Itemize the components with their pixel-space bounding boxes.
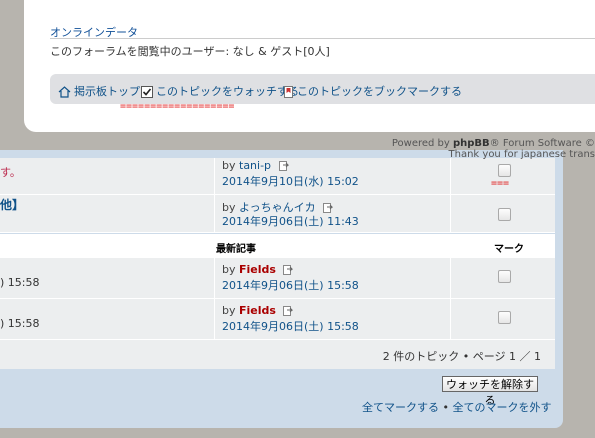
column-divider [214,258,215,298]
pagination-info: 2 件のトピック • ページ 1 ／ 1 [382,350,541,363]
pagination-row: 2 件のトピック • ページ 1 ／ 1 [0,340,555,369]
mark-checkbox[interactable] [498,164,511,177]
mark-checkbox[interactable] [498,208,511,221]
last-post-date: 2014年9月06日(土) 15:58 [222,320,359,333]
separator: • [442,401,450,414]
unmark-all-link[interactable]: 全てのマークを外す [453,401,552,414]
bookmark-topic-label: このトピックをブックマークする [297,85,462,98]
column-divider [450,158,451,194]
author-link[interactable]: tani-p [239,159,271,172]
column-divider [450,258,451,298]
powered-prefix: Powered by [391,138,453,149]
online-users-text: このフォーラムを閲覧中のユーザー: なし & ゲスト[0人] [50,45,330,58]
powered-suffix: ® Forum Software © [489,138,595,149]
online-panel: オンラインデータ このフォーラムを閲覧中のユーザー: なし & ゲスト[0人] … [24,0,595,132]
topic-row: ) 15:58 by Fields 2014年9月06日(土) 15:58 [0,258,555,299]
by-label: by [222,263,236,276]
thanks-text: Thank you for japanese trans [448,149,595,160]
column-divider [450,195,451,232]
topic-row: す。 by tani-p 2014年9月10日(水) 15:02 === [0,158,555,195]
topic-title-fragment[interactable]: す。 [0,164,21,180]
column-divider [450,299,451,339]
last-post-header: 最新記事 [216,244,256,255]
last-post-date: 2014年9月10日(水) 15:02 [222,175,359,188]
column-divider [214,158,215,194]
board-index-label: 掲示板トップ [74,85,140,98]
mark-checkbox[interactable] [498,270,511,283]
checkbox-checked-icon [141,86,153,98]
topic-date-fragment: ) 15:58 [0,276,40,289]
topic-row: ) 15:58 by Fields 2014年9月06日(土) 15:58 [0,299,555,340]
watch-topic-label: このトピックをウォッチする [156,85,299,98]
mark-all-link[interactable]: 全てマークする [362,401,439,414]
by-label: by [222,304,236,317]
red-marker: === [491,178,510,189]
column-divider [214,195,215,232]
topic-title-fragment[interactable]: 他】 [0,196,24,213]
bookmark-icon [284,86,293,98]
topic-date-fragment: ) 15:58 [0,317,40,330]
last-post-date: 2014年9月06日(土) 15:58 [222,279,359,292]
by-label: by [222,159,236,172]
home-icon [58,86,71,98]
powered-by: Powered by phpBB® Forum Software © Thank… [392,138,595,160]
watch-topic-link[interactable]: このトピックをウォッチする [141,83,299,99]
table-header: 最新記事 マーク [0,234,555,258]
topic-row: 他】 by よっちゃんイカ 2014年9月06日(土) 11:43 [0,195,555,233]
red-underline-marker: =================== [120,101,235,112]
unwatch-topic-button[interactable]: ウォッチを解除する [442,376,538,407]
last-post-by: by Fields [222,263,294,278]
phpbb-link[interactable]: phpBB [453,138,490,149]
column-divider [214,299,215,339]
board-index-link[interactable]: 掲示板トップ [58,83,140,99]
divider [50,38,595,39]
last-post-by: by Fields [222,304,294,319]
author-link[interactable]: Fields [239,263,276,276]
mark-links: 全てマークする • 全てのマークを外す [362,399,552,415]
nav-bar: 掲示板トップ このトピックをウォッチする このトピックをブックマークする [50,74,595,104]
bookmark-topic-link[interactable]: このトピックをブックマークする [283,83,462,99]
last-post-date: 2014年9月06日(土) 11:43 [222,215,359,228]
last-post-by: by tani-p [222,159,289,174]
author-link[interactable]: Fields [239,304,276,317]
mark-header: マーク [494,244,524,255]
mark-checkbox[interactable] [498,311,511,324]
page-margin [563,158,595,438]
